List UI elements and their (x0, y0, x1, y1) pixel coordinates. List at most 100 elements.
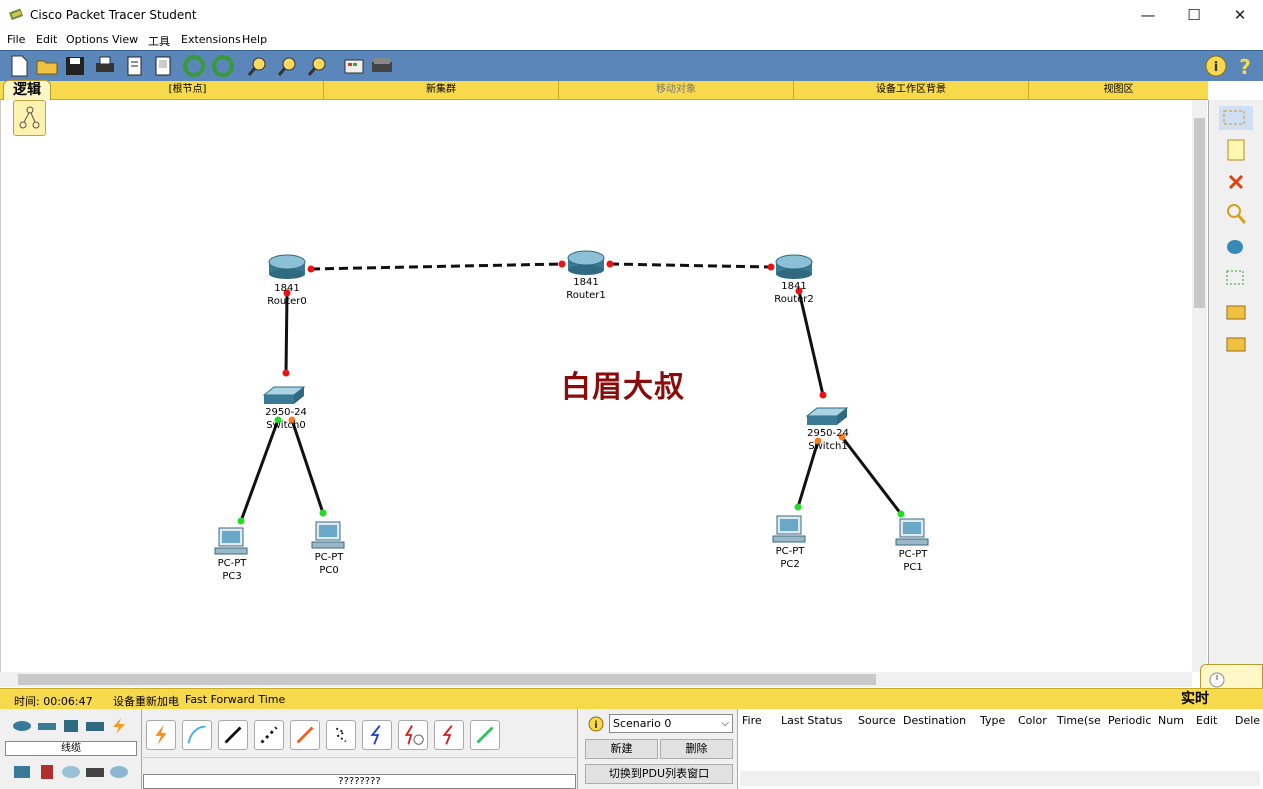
add-simple-pdu-icon[interactable] (1223, 300, 1249, 324)
window-title: Cisco Packet Tracer Student (30, 8, 197, 22)
crossover-cable-icon[interactable] (254, 720, 284, 750)
menu-options[interactable]: Options (66, 33, 108, 46)
octal-cable-icon[interactable] (470, 720, 500, 750)
pc0-name[interactable]: PC0 (304, 565, 354, 576)
col-time[interactable]: Time(se (1057, 714, 1101, 727)
menu-help[interactable]: Help (242, 33, 267, 46)
undo-icon[interactable] (182, 54, 206, 78)
auto-connection-icon[interactable] (146, 720, 176, 750)
menu-tools[interactable]: 工具 (148, 33, 170, 49)
straight-through-cable-icon[interactable] (218, 720, 248, 750)
col-periodic[interactable]: Periodic (1108, 714, 1151, 727)
tab-logic[interactable]: 逻辑 (3, 80, 51, 101)
multiuser-category-icon[interactable] (108, 763, 130, 781)
new-cluster-button[interactable]: 新集群 (324, 81, 559, 99)
close-button[interactable]: ✕ (1217, 0, 1263, 30)
save-icon[interactable] (63, 54, 87, 78)
switches-category-icon[interactable] (36, 717, 58, 735)
menu-bar: File Edit Options View 工具 Extensions Hel… (0, 30, 1263, 50)
scenario-select[interactable]: Scenario 0 ⌵ (609, 714, 733, 733)
power-cycle-devices-button[interactable]: 设备重新加电 (113, 693, 179, 709)
scenario-info-icon[interactable]: i (588, 716, 604, 732)
wireless-category-icon[interactable] (84, 717, 106, 735)
pc2-name[interactable]: PC2 (765, 559, 815, 570)
open-folder-icon[interactable] (35, 54, 59, 78)
col-num[interactable]: Num (1158, 714, 1184, 727)
vertical-scrollbar[interactable] (1192, 100, 1207, 672)
horizontal-scrollbar[interactable] (0, 672, 1192, 687)
col-type[interactable]: Type (980, 714, 1005, 727)
menu-extensions[interactable]: Extensions (181, 33, 241, 46)
redo-icon[interactable] (211, 54, 235, 78)
vertical-scroll-thumb[interactable] (1194, 118, 1205, 308)
wan-emulation-category-icon[interactable] (60, 763, 82, 781)
toggle-pdu-list-button[interactable]: 切换到PDU列表窗口 (585, 764, 733, 784)
col-delete[interactable]: Dele (1235, 714, 1260, 727)
maximize-button[interactable]: ☐ (1171, 0, 1217, 30)
workspace-background-button[interactable]: 设备工作区背景 (794, 81, 1029, 99)
minimize-button[interactable]: — (1125, 0, 1171, 30)
hubs-category-icon[interactable] (60, 717, 82, 735)
phone-cable-icon[interactable] (326, 720, 356, 750)
logical-view-icon[interactable] (13, 100, 46, 136)
zoom-out-icon[interactable] (306, 54, 330, 78)
col-destination[interactable]: Destination (903, 714, 966, 727)
menu-view[interactable]: View (112, 33, 138, 46)
fast-forward-time-button[interactable]: Fast Forward Time (185, 693, 285, 706)
print-icon[interactable] (93, 54, 117, 78)
router2-name[interactable]: Router2 (764, 294, 824, 305)
col-color[interactable]: Color (1018, 714, 1047, 727)
pc1-name[interactable]: PC1 (888, 562, 938, 573)
delete-tool-icon[interactable] (1223, 170, 1249, 194)
switch0-name[interactable]: Switch0 (256, 420, 316, 431)
resize-shape-tool-icon[interactable] (1223, 266, 1249, 290)
menu-file[interactable]: File (7, 33, 25, 46)
pc3-name[interactable]: PC3 (207, 571, 257, 582)
menu-edit[interactable]: Edit (36, 33, 57, 46)
router1-name[interactable]: Router1 (556, 290, 616, 301)
root-node-button[interactable]: [根节点] (52, 81, 324, 99)
zoom-in-icon[interactable] (246, 54, 270, 78)
col-fire[interactable]: Fire (742, 714, 762, 727)
serial-link-router0-router1 (310, 262, 563, 271)
select-tool-icon[interactable] (1219, 106, 1253, 130)
chevron-down-icon: ⌵ (721, 718, 729, 729)
custom-devices-category-icon[interactable] (84, 763, 106, 781)
routers-category-icon[interactable] (11, 717, 33, 735)
viewport-button[interactable]: 视图区 (1029, 81, 1208, 99)
serial-dte-cable-icon[interactable] (434, 720, 464, 750)
pdu-horizontal-scrollbar[interactable] (740, 771, 1260, 786)
note-tool-icon[interactable] (1223, 138, 1249, 162)
coaxial-cable-icon[interactable] (362, 720, 392, 750)
console-cable-icon[interactable] (182, 720, 212, 750)
col-source[interactable]: Source (858, 714, 896, 727)
col-last-status[interactable]: Last Status (781, 714, 842, 727)
connections-category-icon[interactable] (108, 717, 130, 735)
end-devices-category-icon[interactable] (11, 763, 33, 781)
switch1-name[interactable]: Switch1 (798, 441, 858, 452)
activity-wizard-icon[interactable] (123, 54, 147, 78)
network-canvas[interactable]: 1841 Router0 1841 Router1 1841 Router2 2… (0, 100, 1192, 672)
new-scenario-button[interactable]: 新建 (585, 739, 658, 759)
col-edit[interactable]: Edit (1196, 714, 1217, 727)
security-category-icon[interactable] (36, 763, 58, 781)
help-icon[interactable]: ? (1233, 54, 1257, 78)
custom-device-icon[interactable] (370, 54, 394, 78)
delete-scenario-button[interactable]: 删除 (660, 739, 733, 759)
move-object-button[interactable]: 移动对象 (559, 81, 794, 99)
draw-shape-tool-icon[interactable] (1223, 234, 1249, 258)
zoom-reset-icon[interactable] (276, 54, 300, 78)
add-complex-pdu-icon[interactable] (1223, 332, 1249, 356)
new-file-icon[interactable] (7, 54, 31, 78)
palette-icon[interactable] (342, 54, 366, 78)
pdu-icon[interactable] (152, 54, 176, 78)
router0-name[interactable]: Router0 (257, 296, 317, 307)
pc3-icon (214, 527, 248, 555)
horizontal-scroll-thumb[interactable] (18, 674, 876, 685)
inspect-tool-icon[interactable] (1223, 202, 1249, 226)
link-switch0-pc0 (290, 419, 325, 514)
connection-scrollbar[interactable] (143, 757, 576, 771)
info-icon[interactable]: i (1204, 54, 1228, 78)
serial-dce-cable-icon[interactable] (398, 720, 428, 750)
fiber-cable-icon[interactable] (290, 720, 320, 750)
